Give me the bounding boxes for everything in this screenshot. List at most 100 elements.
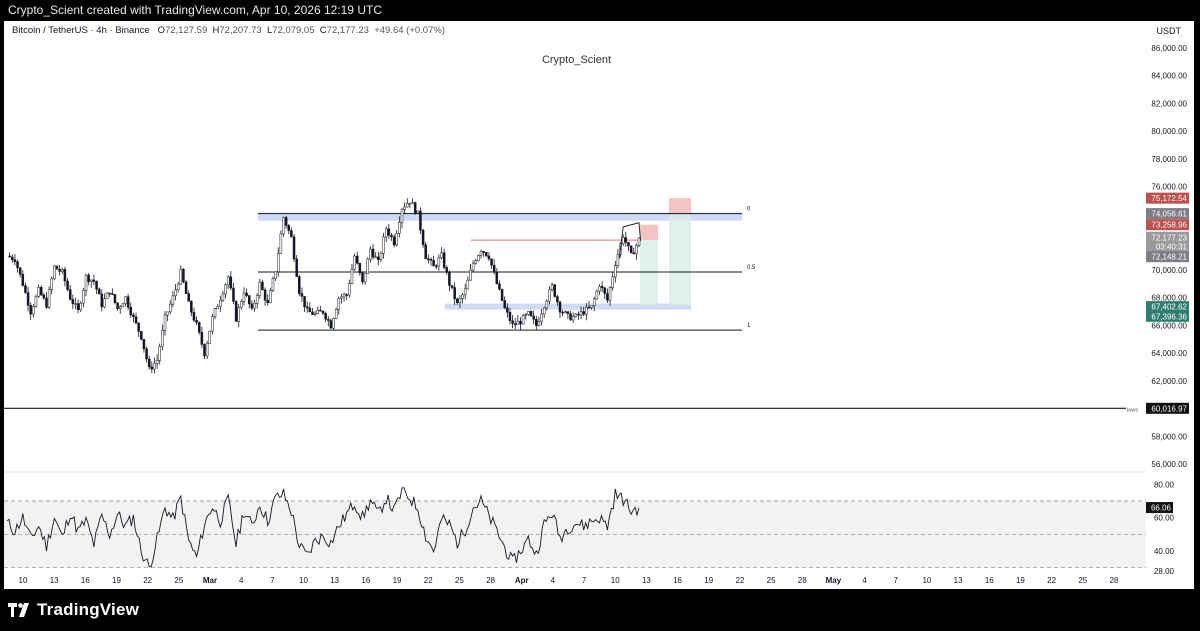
candle — [203, 344, 206, 357]
x-tick-label: 7 — [894, 576, 899, 585]
x-tick-label: 25 — [455, 576, 464, 585]
x-tick-label: 7 — [270, 576, 275, 585]
candle — [553, 284, 556, 297]
chart-svg[interactable]: 86,000.00 84,000.00 82,000.00 80,000.00 78,0… — [4, 21, 1194, 589]
caption-text: Crypto_Scient created with TradingView.c… — [8, 3, 382, 17]
x-tick-label: 4 — [551, 576, 556, 585]
candle — [595, 290, 599, 300]
candle — [92, 279, 96, 282]
candle — [466, 279, 470, 290]
candle — [327, 318, 330, 321]
candle — [632, 252, 635, 255]
candle — [55, 265, 59, 270]
target-zone — [640, 240, 658, 306]
candle — [253, 303, 256, 309]
fib-level-label: 0.5 — [747, 265, 756, 271]
candle — [74, 303, 77, 305]
candle — [179, 268, 183, 285]
candle — [26, 292, 30, 306]
x-tick-label: 13 — [642, 576, 651, 585]
candle — [34, 296, 38, 307]
price-tick-label: 66,000.00 — [1151, 321, 1187, 330]
candle — [516, 320, 520, 325]
candle — [492, 264, 496, 273]
candle — [266, 299, 269, 304]
candle — [582, 311, 585, 315]
candle — [366, 258, 370, 274]
candle — [68, 289, 72, 300]
candle — [113, 294, 117, 303]
tradingview-logo[interactable]: TradingView — [8, 600, 139, 620]
candle — [550, 284, 554, 290]
x-tick-label: 16 — [81, 576, 90, 585]
chart-area[interactable]: Bitcoin / TetherUS · 4h · Binance O72,12… — [4, 21, 1194, 589]
candle — [226, 276, 230, 286]
candle — [500, 288, 504, 301]
candle — [387, 228, 391, 236]
candle — [187, 293, 190, 302]
candle — [221, 293, 225, 301]
candle — [324, 312, 327, 320]
candle — [18, 267, 22, 275]
candle — [211, 316, 214, 332]
candle — [477, 255, 480, 261]
candle — [566, 311, 570, 314]
candle — [63, 269, 67, 282]
candle — [32, 306, 35, 315]
candle — [545, 300, 549, 309]
candle — [97, 288, 101, 295]
candle — [637, 237, 641, 246]
rsi-tick-label: 80.00 — [1154, 480, 1175, 489]
price-label: 72,148.21 — [1151, 253, 1187, 262]
candle — [355, 255, 359, 264]
candle — [82, 290, 85, 304]
candle — [424, 244, 427, 260]
price-tick-label: 78,000.00 — [1151, 155, 1187, 164]
candle — [242, 292, 246, 302]
candle — [532, 315, 535, 320]
candle — [450, 285, 454, 288]
tradingview-logo-icon — [8, 603, 29, 617]
price-tick-label: 80,000.00 — [1151, 127, 1187, 136]
candle — [469, 269, 472, 281]
candle — [71, 299, 75, 305]
candle — [216, 306, 219, 309]
candle — [332, 318, 335, 329]
candle — [305, 306, 309, 309]
candle — [8, 255, 11, 258]
candle — [606, 293, 609, 301]
footer: TradingView — [0, 589, 1200, 631]
candle — [37, 287, 40, 297]
candle — [440, 252, 443, 259]
price-label: 60,016.97 — [1151, 404, 1187, 413]
candle — [503, 300, 506, 308]
candle — [121, 303, 125, 308]
candle — [463, 288, 467, 296]
candle — [348, 283, 351, 296]
price-tick-label: 56,000.00 — [1151, 460, 1187, 469]
candle — [587, 306, 591, 309]
candle — [100, 293, 104, 308]
candle — [224, 284, 227, 295]
candle — [124, 296, 127, 305]
candle — [245, 292, 248, 296]
x-tick-label: 19 — [112, 576, 121, 585]
target-zone — [669, 213, 691, 306]
candle — [548, 289, 551, 302]
candle — [42, 294, 46, 299]
candle — [390, 234, 393, 238]
candle — [232, 287, 235, 302]
candle — [161, 330, 164, 347]
candle — [11, 256, 14, 260]
candle — [600, 285, 604, 289]
candle — [579, 311, 583, 316]
fib-level-label: 1 — [747, 323, 751, 329]
price-tick-label: 84,000.00 — [1151, 72, 1187, 81]
candle — [282, 217, 285, 235]
candle — [556, 296, 559, 303]
candle — [176, 283, 180, 290]
candle — [395, 233, 398, 246]
candle — [24, 285, 27, 293]
candle — [140, 331, 143, 340]
rsi-tick-label: 40.00 — [1154, 547, 1175, 556]
